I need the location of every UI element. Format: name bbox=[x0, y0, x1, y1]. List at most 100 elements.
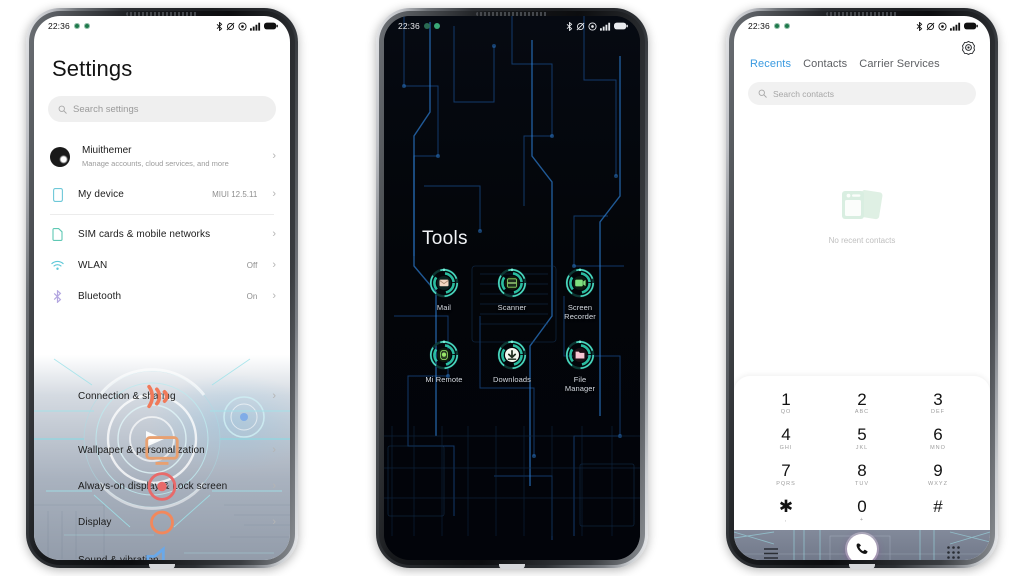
hud-overlay-decoration: Connection & sharing › Wallpaper & perso… bbox=[34, 355, 290, 560]
account-text: Miuithemer Manage accounts, cloud servic… bbox=[82, 144, 260, 169]
app-downloads[interactable]: Downloads bbox=[481, 340, 543, 394]
app-mi-remote[interactable]: Mi Remote bbox=[413, 340, 475, 394]
key-number: ✱ bbox=[778, 497, 794, 517]
dnd-icon bbox=[938, 21, 947, 31]
sidebar-item-wlan[interactable]: WLAN Off › bbox=[34, 250, 290, 281]
empty-state-label: No recent contacts bbox=[828, 235, 896, 245]
lock-screen-icon bbox=[50, 472, 177, 501]
folder-app-grid: Mail Scanner Screen Recorder Mi Remote D… bbox=[384, 268, 640, 394]
search-settings-placeholder: Search settings bbox=[73, 103, 139, 115]
dnd-icon bbox=[588, 21, 597, 31]
dialer-dock bbox=[734, 530, 990, 560]
search-contacts-input[interactable]: Search contacts bbox=[748, 82, 976, 105]
sidebar-item-wallpaper[interactable]: Wallpaper & personalization › bbox=[34, 435, 290, 466]
status-bar-right bbox=[566, 21, 628, 31]
key-8[interactable]: 8 TUV bbox=[824, 457, 900, 492]
tab-contacts[interactable]: Contacts bbox=[803, 58, 847, 70]
app-file-manager[interactable]: File Manager bbox=[549, 340, 611, 394]
notification-dot-1 bbox=[73, 23, 80, 29]
key-number: 0 bbox=[857, 497, 867, 517]
wallpaper-label: Wallpaper & personalization bbox=[78, 445, 205, 456]
rotation-lock-icon bbox=[226, 22, 235, 30]
bluetooth-icon bbox=[916, 21, 923, 31]
gear-icon[interactable] bbox=[961, 40, 976, 60]
my-device-value: MIUI 12.5.11 bbox=[212, 190, 258, 199]
bottom-notch bbox=[499, 564, 525, 569]
search-settings-input[interactable]: Search settings bbox=[48, 96, 276, 122]
dialer-tabs: Recents Contacts Carrier Services bbox=[734, 36, 990, 70]
search-icon bbox=[58, 105, 67, 114]
rotation-lock-icon bbox=[576, 22, 585, 30]
bluetooth-label: Bluetooth bbox=[78, 291, 122, 302]
tab-carrier-services[interactable]: Carrier Services bbox=[859, 58, 939, 70]
sidebar-item-bluetooth[interactable]: Bluetooth On › bbox=[34, 281, 290, 312]
settings-screen: 22:36 Settings Search settings Miuitheme… bbox=[34, 16, 290, 560]
key-3[interactable]: 3 DEF bbox=[900, 386, 976, 421]
key-9[interactable]: 9 WXYZ bbox=[900, 457, 976, 492]
sim-cards-label: SIM cards & mobile networks bbox=[78, 229, 211, 240]
status-bar-left: 22:36 bbox=[748, 21, 790, 31]
key-0[interactable]: 0 + bbox=[824, 493, 900, 528]
battery-icon bbox=[264, 22, 278, 30]
key-number: 9 bbox=[933, 461, 943, 481]
account-row[interactable]: Miuithemer Manage accounts, cloud servic… bbox=[34, 138, 290, 179]
key-star[interactable]: ✱, bbox=[748, 493, 824, 528]
key-5[interactable]: 5 JKL bbox=[824, 421, 900, 456]
status-bar: 22:36 bbox=[734, 16, 990, 36]
connection-sharing-label: Connection & sharing bbox=[78, 391, 176, 402]
key-letters: QO bbox=[780, 409, 792, 416]
sidebar-item-sound[interactable]: Sound & vibration › bbox=[34, 545, 290, 560]
app-screen-recorder[interactable]: Screen Recorder bbox=[549, 268, 611, 322]
key-2[interactable]: 2 ABC bbox=[824, 386, 900, 421]
tab-recents[interactable]: Recents bbox=[750, 58, 791, 70]
app-label: Screen Recorder bbox=[564, 303, 596, 322]
wifi-icon bbox=[50, 258, 65, 273]
sidebar-item-my-device[interactable]: My device MIUI 12.5.11 › bbox=[34, 179, 290, 210]
key-letters: JKL bbox=[855, 445, 869, 452]
status-bar-left: 22:36 bbox=[398, 21, 440, 31]
key-number: 8 bbox=[857, 461, 867, 481]
page-title: Settings bbox=[52, 56, 133, 81]
key-number: 5 bbox=[857, 425, 867, 445]
folder-overlay: Tools Mail Scanner Screen Recorder Mi Re… bbox=[384, 16, 640, 560]
sidebar-item-display[interactable]: Display › bbox=[34, 507, 290, 538]
sidebar-item-connection-sharing[interactable]: Connection & sharing › bbox=[34, 381, 290, 412]
key-letters: WXYZ bbox=[928, 481, 948, 488]
key-6[interactable]: 6 MNO bbox=[900, 421, 976, 456]
chevron-right-icon: › bbox=[272, 188, 276, 200]
search-icon bbox=[758, 89, 767, 98]
key-number: 7 bbox=[781, 461, 791, 481]
signal-icon bbox=[600, 22, 611, 31]
bluetooth-icon bbox=[216, 21, 223, 31]
sound-label: Sound & vibration bbox=[78, 555, 259, 560]
settings-phone: 22:36 Settings Search settings Miuitheme… bbox=[26, 8, 298, 569]
bluetooth-icon bbox=[566, 21, 573, 31]
notification-dot-2 bbox=[433, 23, 440, 29]
list-divider bbox=[50, 214, 274, 215]
chevron-right-icon: › bbox=[272, 516, 276, 528]
account-subtitle: Manage accounts, cloud services, and mor… bbox=[82, 158, 229, 168]
call-button[interactable] bbox=[847, 534, 877, 560]
tools-screen: 22:36 Tools Mail Scanner Screen Recorder… bbox=[384, 16, 640, 560]
key-4[interactable]: 4 GHI bbox=[748, 421, 824, 456]
key-1[interactable]: 1 QO bbox=[748, 386, 824, 421]
menu-icon[interactable] bbox=[764, 546, 778, 560]
key-number: # bbox=[933, 497, 943, 517]
lock-screen-label: Always-on display & Lock screen bbox=[78, 481, 228, 492]
key-hash[interactable]: # bbox=[900, 493, 976, 528]
sidebar-item-sim-cards[interactable]: SIM cards & mobile networks › bbox=[34, 219, 290, 250]
app-mail[interactable]: Mail bbox=[413, 268, 475, 322]
key-7[interactable]: 7 PQRS bbox=[748, 457, 824, 492]
empty-state: No recent contacts bbox=[734, 105, 990, 376]
sound-icon bbox=[50, 546, 165, 560]
earpiece-speaker bbox=[826, 12, 898, 16]
key-letters: , bbox=[784, 517, 788, 523]
key-letters: + bbox=[859, 517, 865, 523]
file-manager-icon bbox=[565, 340, 595, 370]
sim-card-icon bbox=[50, 227, 65, 242]
key-number: 1 bbox=[781, 389, 791, 409]
sidebar-item-lock-screen[interactable]: Always-on display & Lock screen › bbox=[34, 471, 290, 502]
app-scanner[interactable]: Scanner bbox=[481, 268, 543, 322]
dialpad-icon[interactable] bbox=[947, 546, 960, 560]
phones-stage: 22:36 Settings Search settings Miuitheme… bbox=[0, 0, 1024, 576]
